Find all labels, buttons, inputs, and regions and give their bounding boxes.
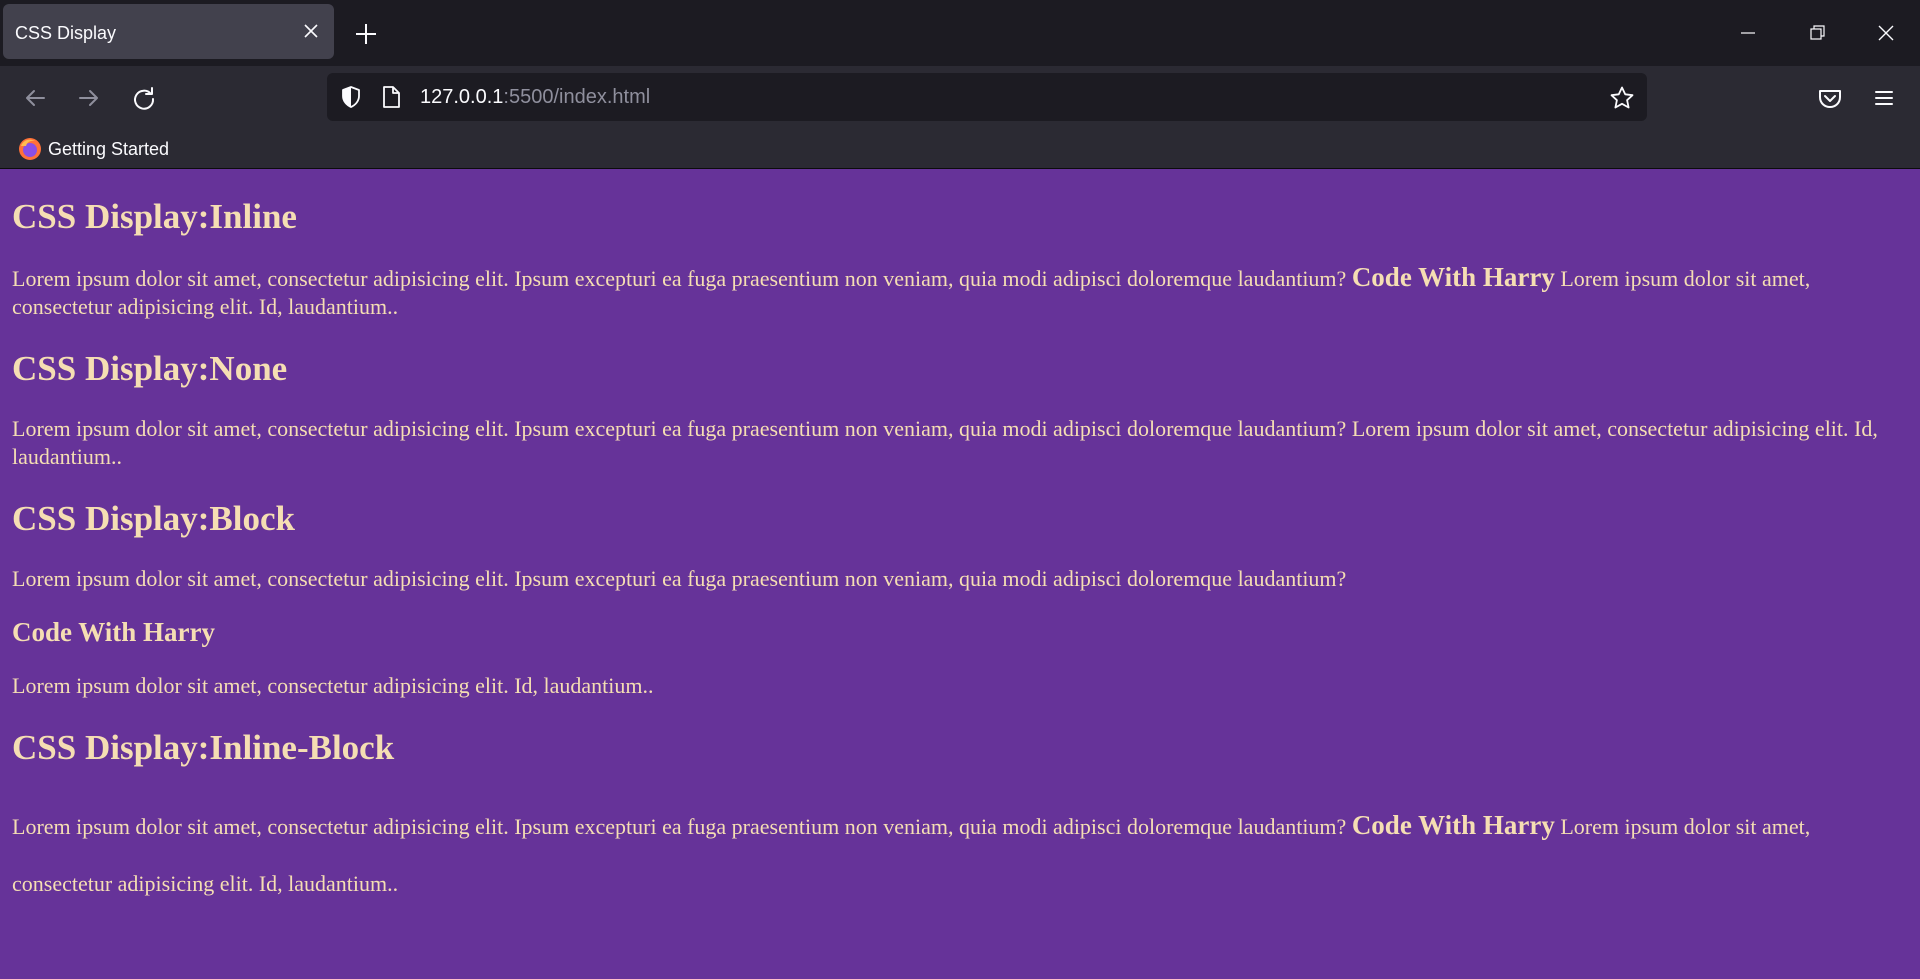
paragraph-inline-block: Lorem ipsum dolor sit amet, consectetur … [12, 797, 1894, 912]
paragraph-text: Lorem ipsum dolor sit amet, consectetur … [12, 266, 1347, 291]
paragraph-block-after: Lorem ipsum dolor sit amet, consectetur … [12, 673, 654, 698]
page-content: CSS Display:Inline Lorem ipsum dolor sit… [0, 194, 1906, 912]
heading-display-none: CSS Display:None [12, 349, 288, 388]
tab-title: CSS Display [15, 23, 117, 43]
shield-icon[interactable] [338, 84, 364, 110]
block-name: Code With Harry [12, 617, 216, 647]
close-window-icon[interactable] [1871, 18, 1901, 48]
paragraph-none: Lorem ipsum dolor sit amet, consectetur … [12, 415, 1894, 471]
paragraph-text: Lorem ipsum dolor sit amet, consectetur … [12, 416, 1347, 441]
menu-icon[interactable] [1868, 82, 1900, 114]
bookmark-label: Getting Started [48, 139, 170, 159]
pocket-icon[interactable] [1814, 82, 1846, 114]
bookmarks-toolbar: Getting Started [0, 130, 1920, 169]
paragraph-text: Lorem ipsum dolor sit amet, consectetur … [12, 814, 1347, 839]
tab-css-display[interactable]: CSS Display [3, 4, 334, 59]
heading-display-inline: CSS Display:Inline [12, 197, 297, 236]
minimize-icon[interactable] [1733, 18, 1763, 48]
title-bar: CSS Display [0, 0, 1920, 66]
reload-icon[interactable] [128, 82, 160, 114]
navigation-bar: 127.0.0.1:5500/index.html [0, 66, 1920, 130]
bookmark-star-icon[interactable] [1609, 85, 1635, 111]
web-page: CSS Display:Inline Lorem ipsum dolor sit… [0, 169, 1920, 979]
inline-block-name: Code With Harry [1351, 810, 1555, 840]
address-bar[interactable]: 127.0.0.1:5500/index.html [327, 73, 1647, 121]
forward-arrow-icon[interactable] [73, 82, 105, 114]
restore-icon[interactable] [1802, 18, 1832, 48]
paragraph-inline: Lorem ipsum dolor sit amet, consectetur … [12, 263, 1894, 321]
page-icon [383, 86, 400, 108]
url-text[interactable]: 127.0.0.1:5500/index.html [420, 73, 650, 121]
paragraph-block-before: Lorem ipsum dolor sit amet, consectetur … [12, 566, 1347, 591]
inline-name: Code With Harry [1351, 262, 1555, 292]
new-tab-icon[interactable] [352, 20, 380, 48]
heading-display-inline-block: CSS Display:Inline-Block [12, 728, 395, 767]
close-tab-icon[interactable] [300, 20, 322, 42]
url-host: 127.0.0.1 [420, 86, 504, 108]
heading-display-block: CSS Display:Block [12, 499, 295, 538]
url-path: :5500/index.html [503, 86, 651, 108]
back-arrow-icon[interactable] [19, 82, 51, 114]
firefox-icon [19, 138, 41, 160]
